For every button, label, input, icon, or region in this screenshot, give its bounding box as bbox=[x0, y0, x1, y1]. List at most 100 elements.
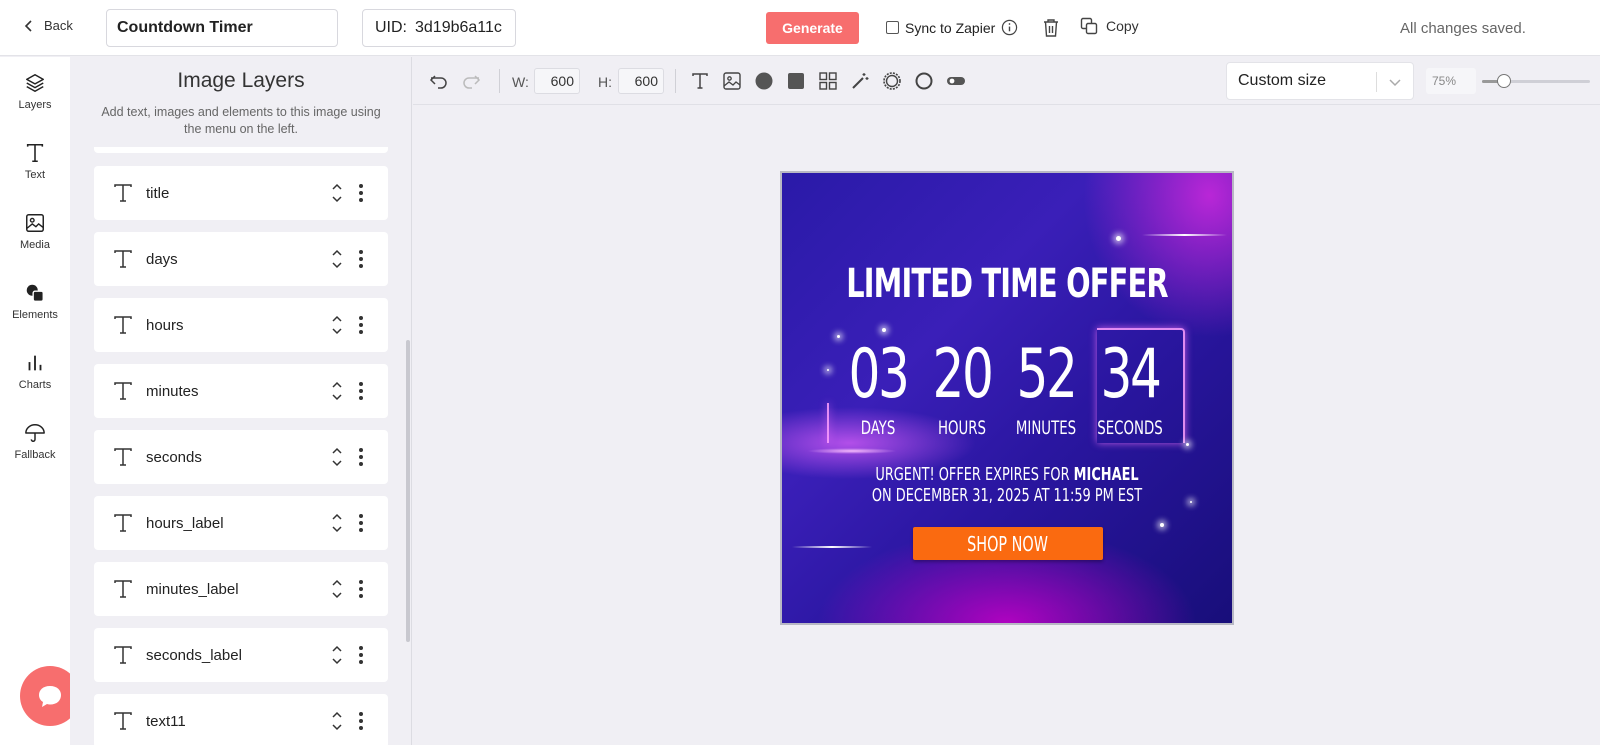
rail-item-media[interactable]: Media bbox=[0, 197, 70, 265]
recipient-name: MICHAEL bbox=[1073, 465, 1139, 485]
layer-item[interactable]: hours_label bbox=[94, 496, 388, 550]
add-circle-icon[interactable] bbox=[754, 71, 774, 91]
generate-button[interactable]: Generate bbox=[766, 12, 859, 44]
trash-icon[interactable] bbox=[1042, 18, 1060, 38]
reorder-arrows-icon[interactable] bbox=[330, 444, 344, 470]
light-streak bbox=[792, 546, 872, 548]
grid-icon[interactable] bbox=[818, 71, 838, 91]
toolbar-divider bbox=[675, 69, 676, 93]
reorder-arrows-icon[interactable] bbox=[330, 708, 344, 734]
seconds-value: 34 bbox=[1100, 335, 1162, 414]
layer-item[interactable]: seconds bbox=[94, 430, 388, 484]
more-options-icon[interactable] bbox=[358, 315, 364, 335]
chevron-down-icon bbox=[1389, 79, 1401, 87]
layer-item[interactable]: minutes bbox=[94, 364, 388, 418]
uid-field: UID: 3d19b6a11c bbox=[362, 9, 516, 47]
reorder-arrows-icon[interactable] bbox=[330, 510, 344, 536]
top-bar: Back Countdown Timer UID: 3d19b6a11c Gen… bbox=[0, 0, 1600, 56]
rail-label: Text bbox=[24, 168, 46, 181]
design-canvas[interactable]: LIMITED TIME OFFER 03 20 52 34 DAYS HOUR… bbox=[780, 171, 1234, 625]
days-value: 03 bbox=[848, 335, 910, 414]
toggle-icon[interactable] bbox=[946, 71, 966, 91]
reorder-arrows-icon[interactable] bbox=[330, 180, 344, 206]
more-options-icon[interactable] bbox=[358, 447, 364, 467]
expiry-line: ON DECEMBER 31, 2025 AT 11:59 PM EST bbox=[871, 486, 1143, 506]
sync-checkbox[interactable] bbox=[886, 21, 899, 34]
layer-name: text11 bbox=[146, 712, 186, 730]
more-options-icon[interactable] bbox=[358, 249, 364, 269]
height-input[interactable]: 600 bbox=[618, 68, 664, 94]
text-layer-icon bbox=[114, 184, 132, 202]
editor-toolbar: W: 600 H: 600 Custom size 75% bbox=[413, 57, 1600, 105]
zoom-value[interactable]: 75% bbox=[1426, 68, 1476, 94]
more-options-icon[interactable] bbox=[358, 579, 364, 599]
sparkle bbox=[1160, 523, 1164, 527]
layer-name: seconds bbox=[146, 448, 202, 466]
rail-label: Fallback bbox=[14, 448, 56, 461]
reorder-arrows-icon[interactable] bbox=[330, 312, 344, 338]
urgency-prefix: URGENT! OFFER EXPIRES FOR bbox=[875, 465, 1074, 485]
zoom-slider-handle[interactable] bbox=[1496, 74, 1511, 88]
sync-zapier-toggle[interactable]: Sync to Zapier bbox=[886, 19, 1018, 36]
neon-frame bbox=[827, 403, 829, 443]
add-image-icon[interactable] bbox=[722, 71, 742, 91]
layer-item[interactable]: seconds_label bbox=[94, 628, 388, 682]
ring-icon[interactable] bbox=[914, 71, 934, 91]
minutes-value: 52 bbox=[1016, 335, 1078, 414]
more-options-icon[interactable] bbox=[358, 645, 364, 665]
reorder-arrows-icon[interactable] bbox=[330, 378, 344, 404]
back-button[interactable]: Back bbox=[22, 18, 73, 33]
text-layer-icon bbox=[114, 250, 132, 268]
shop-now-button[interactable]: SHOP NOW bbox=[913, 527, 1103, 560]
back-label: Back bbox=[44, 18, 73, 33]
days-label: DAYS bbox=[860, 417, 896, 439]
text-layer-icon bbox=[114, 646, 132, 664]
sparkle bbox=[1116, 236, 1121, 241]
document-title-input[interactable]: Countdown Timer bbox=[106, 9, 338, 47]
undo-icon[interactable] bbox=[429, 71, 449, 91]
bar-chart-icon bbox=[28, 355, 42, 370]
rail-label: Layers bbox=[18, 98, 52, 111]
rail-item-layers[interactable]: Layers bbox=[0, 57, 70, 125]
rail-item-fallback[interactable]: Fallback bbox=[0, 407, 70, 475]
info-icon[interactable] bbox=[1001, 19, 1018, 36]
reorder-arrows-icon[interactable] bbox=[330, 642, 344, 668]
panel-scrollbar[interactable] bbox=[406, 340, 410, 642]
layer-item[interactable]: text11 bbox=[94, 694, 388, 745]
size-preset-select[interactable]: Custom size bbox=[1226, 62, 1414, 100]
reorder-arrows-icon[interactable] bbox=[330, 576, 344, 602]
rail-label: Elements bbox=[12, 308, 58, 321]
rail-label: Charts bbox=[18, 378, 52, 391]
sparkle bbox=[827, 369, 829, 371]
width-input[interactable]: 600 bbox=[534, 68, 580, 94]
redo-icon[interactable] bbox=[461, 71, 481, 91]
copy-button[interactable]: Copy bbox=[1080, 17, 1139, 35]
rail-item-charts[interactable]: Charts bbox=[0, 337, 70, 405]
more-options-icon[interactable] bbox=[358, 381, 364, 401]
layer-item[interactable]: title bbox=[94, 166, 388, 220]
chevron-left-icon bbox=[24, 19, 32, 32]
reorder-arrows-icon[interactable] bbox=[330, 246, 344, 272]
layer-item[interactable]: days bbox=[94, 232, 388, 286]
badge-icon[interactable] bbox=[882, 71, 902, 91]
light-streak bbox=[1142, 234, 1227, 236]
hours-label: HOURS bbox=[937, 417, 987, 439]
text-layer-icon bbox=[114, 382, 132, 400]
more-options-icon[interactable] bbox=[358, 513, 364, 533]
rail-item-text[interactable]: Text bbox=[0, 127, 70, 195]
toolbar-divider bbox=[499, 69, 500, 93]
shapes-icon bbox=[26, 284, 44, 302]
add-rectangle-icon[interactable] bbox=[786, 71, 806, 91]
rail-item-elements[interactable]: Elements bbox=[0, 267, 70, 335]
add-text-icon[interactable] bbox=[690, 71, 710, 91]
text-icon bbox=[26, 143, 44, 162]
text-layer-icon bbox=[114, 514, 132, 532]
layer-item[interactable]: minutes_label bbox=[94, 562, 388, 616]
layer-item[interactable]: hours bbox=[94, 298, 388, 352]
more-options-icon[interactable] bbox=[358, 711, 364, 731]
more-options-icon[interactable] bbox=[358, 183, 364, 203]
layer-name: minutes bbox=[146, 382, 199, 400]
layer-name: hours_label bbox=[146, 514, 224, 532]
text-layer-icon bbox=[114, 448, 132, 466]
magic-wand-icon[interactable] bbox=[850, 71, 870, 91]
